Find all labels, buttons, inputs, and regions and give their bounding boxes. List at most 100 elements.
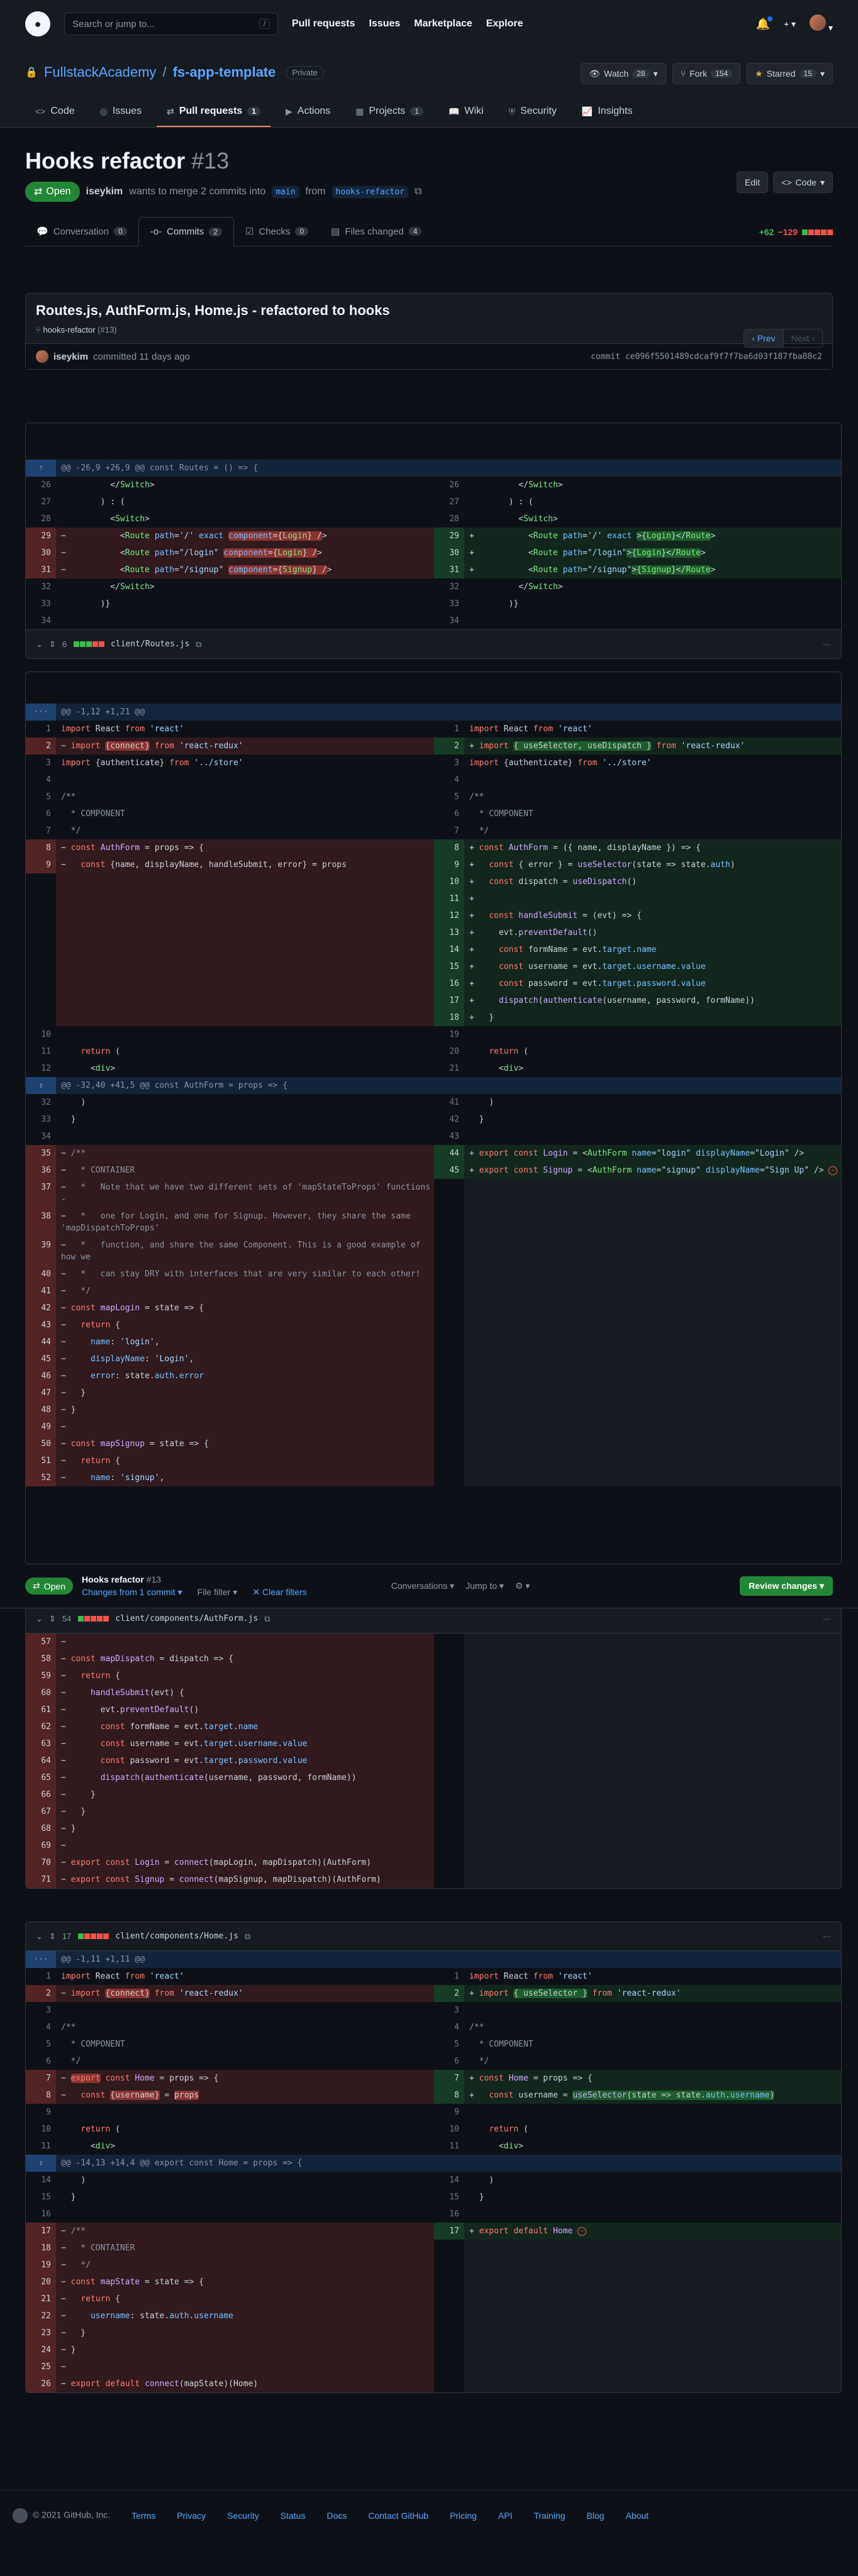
- footer-link-docs[interactable]: Docs: [326, 2511, 347, 2521]
- pr-number: #13: [191, 148, 230, 174]
- hunk-header: ··· @@ -1,12 +1,21 @@: [26, 704, 841, 721]
- copy-icon[interactable]: ⧉: [264, 1614, 270, 1624]
- pull-request-icon: ⇄: [33, 1581, 40, 1591]
- expand-icon[interactable]: ⇕: [26, 2155, 56, 2172]
- footer-link-contact[interactable]: Contact GitHub: [368, 2511, 428, 2521]
- tab-wiki[interactable]: 📖 Wiki: [438, 98, 494, 127]
- tab-files-changed[interactable]: ▤ Files changed 4: [320, 217, 433, 246]
- tab-security[interactable]: ⛨ Security: [499, 98, 567, 127]
- create-new-plus-icon[interactable]: + ▾: [784, 19, 796, 30]
- head-branch[interactable]: hooks-refactor: [332, 185, 409, 198]
- nav-issues[interactable]: Issues: [369, 18, 400, 30]
- commit-author[interactable]: iseykim: [53, 351, 88, 362]
- tab-projects[interactable]: ▦ Projects 1: [345, 98, 433, 127]
- expand-all-icon[interactable]: ⇕: [49, 1614, 56, 1624]
- tab-label: Conversation: [53, 226, 109, 237]
- footer-link-security[interactable]: Security: [227, 2511, 259, 2521]
- hunk-header: ⇡ @@ -26,9 +26,9 @@ const Routes = () => …: [26, 460, 841, 477]
- clear-filters-button[interactable]: ✕ Clear filters: [252, 1587, 306, 1598]
- tab-code[interactable]: <> Code: [25, 98, 85, 127]
- tab-issues[interactable]: ◎ Issues: [90, 98, 152, 127]
- footer-link-training[interactable]: Training: [533, 2511, 565, 2521]
- search-input[interactable]: Search or jump to... /: [64, 13, 278, 35]
- more-options-icon[interactable]: ···: [823, 1614, 831, 1623]
- file-header: ⌄ ⇕ 54 client/components/AuthForm.js ⧉ ·…: [26, 1605, 841, 1633]
- conversations-dropdown[interactable]: Conversations ▾: [391, 1581, 454, 1591]
- gear-icon[interactable]: ⚙ ▾: [515, 1581, 530, 1591]
- user-menu[interactable]: ▾: [810, 14, 833, 33]
- commit-branch-pr[interactable]: (#13): [98, 325, 116, 334]
- commit-branch-name[interactable]: hooks-refactor: [43, 325, 95, 334]
- pr-meta: ⇄ Open iseykim wants to merge 2 commits i…: [25, 182, 833, 202]
- diff-table: ⇡ @@ -26,9 +26,9 @@ const Routes = () => …: [26, 423, 841, 629]
- nav-explore[interactable]: Explore: [486, 18, 523, 30]
- footer-link-api[interactable]: API: [498, 2511, 513, 2521]
- chevron-down-icon[interactable]: ⌄: [36, 639, 43, 650]
- expand-up-icon[interactable]: ⇡: [26, 460, 56, 477]
- file-name[interactable]: client/Routes.js: [111, 639, 189, 649]
- edit-button[interactable]: Edit: [737, 172, 769, 193]
- file-change-count: 54: [62, 1614, 72, 1623]
- footer-link-pricing[interactable]: Pricing: [450, 2511, 477, 2521]
- file-filter-dropdown[interactable]: File filter ▾: [198, 1587, 238, 1598]
- copy-icon[interactable]: ⧉: [196, 639, 201, 650]
- tab-label: Security: [520, 106, 557, 116]
- github-logo-icon[interactable]: ●: [25, 11, 50, 36]
- next-button[interactable]: Next ›: [783, 329, 822, 347]
- changes-from-label: Changes from 1 commit: [81, 1587, 176, 1597]
- expand-all-icon[interactable]: ⇕: [49, 639, 56, 650]
- footer-link-terms[interactable]: Terms: [131, 2511, 155, 2521]
- tab-pull-requests[interactable]: ⇄ Pull requests 1: [157, 98, 270, 127]
- tab-label: Actions: [297, 106, 331, 116]
- tab-count: 0: [114, 227, 127, 236]
- nav-marketplace[interactable]: Marketplace: [414, 18, 472, 30]
- diffstat: +62 −129: [759, 227, 833, 237]
- watch-button[interactable]: 👁 Watch 28 ▾: [581, 63, 666, 84]
- tab-checks[interactable]: ☑ Checks 0: [234, 217, 320, 246]
- footer-copyright: © 2021 GitHub, Inc.: [13, 2508, 110, 2523]
- tab-commits[interactable]: -o- Commits 2: [138, 217, 234, 246]
- file-name[interactable]: client/components/Home.js: [115, 1932, 238, 1941]
- chevron-down-icon[interactable]: ⌄: [36, 1614, 43, 1624]
- hunk-text: @@ -1,11 +1,11 @@: [56, 1951, 841, 1968]
- footer-link-about[interactable]: About: [626, 2511, 649, 2521]
- tab-insights[interactable]: 📈 Insights: [572, 98, 643, 127]
- review-changes-button[interactable]: Review changes ▾: [740, 1576, 833, 1596]
- expand-icon[interactable]: ⇕: [26, 1077, 56, 1094]
- sticky-mid: Conversations ▾ Jump to ▾ ⚙ ▾: [391, 1581, 530, 1591]
- changes-from-dropdown[interactable]: Changes from 1 commit ▾: [82, 1587, 182, 1598]
- star-button[interactable]: ★ Starred 15 ▾: [747, 63, 833, 84]
- more-options-icon[interactable]: ···: [823, 1932, 831, 1941]
- comment-icon: 💬: [36, 226, 48, 237]
- more-options-icon[interactable]: ···: [823, 639, 831, 649]
- commit-sha-value[interactable]: ce096f5501489cdcaf9f7f7ba6d03f187fba88c2: [625, 352, 822, 362]
- repo-name-link[interactable]: fs-app-template: [173, 64, 276, 80]
- branch-icon: ⑂: [36, 325, 41, 334]
- expand-icon[interactable]: ···: [26, 1951, 56, 1968]
- pr-tabs: 💬 Conversation 0 -o- Commits 2 ☑ Checks 0 ▤ Fil…: [25, 217, 833, 246]
- base-branch[interactable]: main: [272, 185, 299, 198]
- footer-link-status[interactable]: Status: [281, 2511, 306, 2521]
- star-count: 15: [799, 69, 816, 78]
- chevron-down-icon[interactable]: ⌄: [36, 1932, 43, 1942]
- graph-icon: 📈: [581, 106, 593, 116]
- notifications-bell-icon[interactable]: 🔔: [756, 16, 772, 31]
- avatar[interactable]: [36, 350, 48, 363]
- expand-icon[interactable]: ···: [26, 704, 56, 721]
- jump-to-dropdown[interactable]: Jump to ▾: [465, 1581, 504, 1591]
- copy-icon[interactable]: ⧉: [415, 186, 421, 197]
- expand-all-icon[interactable]: ⇕: [49, 1932, 56, 1942]
- file-change-count: 17: [62, 1932, 72, 1941]
- footer-link-blog[interactable]: Blog: [587, 2511, 604, 2521]
- pr-author[interactable]: iseykim: [86, 186, 123, 197]
- tab-conversation[interactable]: 💬 Conversation 0: [25, 217, 138, 246]
- prev-button[interactable]: ‹ Prev: [744, 329, 783, 347]
- tab-actions[interactable]: ▶ Actions: [276, 98, 340, 127]
- copy-icon[interactable]: ⧉: [245, 1932, 250, 1942]
- code-button[interactable]: <> Code ▾: [773, 172, 833, 193]
- nav-pull-requests[interactable]: Pull requests: [292, 18, 355, 30]
- file-name[interactable]: client/components/AuthForm.js: [115, 1614, 258, 1623]
- repo-owner-link[interactable]: FullstackAcademy: [44, 64, 157, 80]
- footer-link-privacy[interactable]: Privacy: [177, 2511, 206, 2521]
- fork-button[interactable]: ⑂ Fork 154: [672, 63, 741, 84]
